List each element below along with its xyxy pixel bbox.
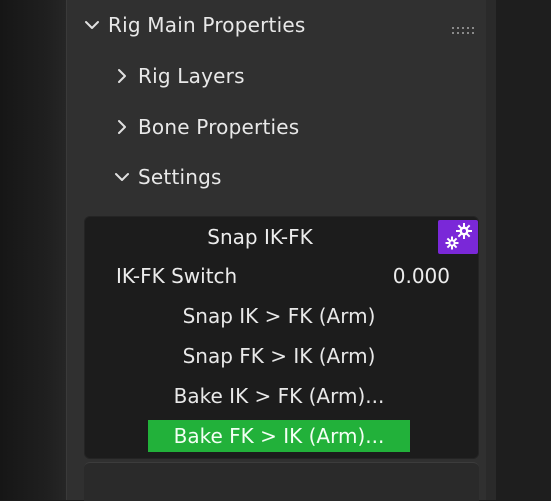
- chevron-right-icon: [112, 117, 132, 137]
- bake-ik-to-fk-arm-button[interactable]: Bake IK > FK (Arm)...: [148, 380, 410, 412]
- subpanel-settings[interactable]: Settings: [112, 162, 222, 192]
- viewport-right-edge: [496, 0, 551, 500]
- ik-fk-switch-label: IK-FK Switch: [116, 264, 238, 288]
- snap-ik-fk-title: Snap IK-FK: [207, 225, 313, 249]
- chevron-down-icon: [112, 167, 132, 187]
- panel-scroll-edge[interactable]: [486, 0, 496, 500]
- snap-ik-to-fk-arm-button[interactable]: Snap IK > FK (Arm): [148, 300, 410, 332]
- subpanel-rig-layers[interactable]: Rig Layers: [112, 61, 245, 91]
- subpanel-bone-properties[interactable]: Bone Properties: [112, 112, 299, 142]
- chevron-right-icon: [112, 66, 132, 86]
- ik-fk-switch-value: 0.000: [392, 264, 450, 288]
- snap-fk-to-ik-arm-button[interactable]: Snap FK > IK (Arm): [148, 340, 410, 372]
- panel-header-label: Rig Main Properties: [108, 13, 306, 37]
- viewport-left-edge: [0, 0, 66, 500]
- chevron-down-icon: [82, 15, 102, 35]
- subpanel-label: Rig Layers: [138, 64, 245, 88]
- drag-handle-icon[interactable]: [452, 21, 476, 34]
- subpanel-label: Bone Properties: [138, 115, 300, 139]
- gears-icon[interactable]: [438, 220, 478, 254]
- bake-fk-to-ik-arm-button[interactable]: Bake FK > IK (Arm)...: [148, 420, 410, 452]
- subpanel-label: Settings: [138, 165, 222, 189]
- ik-fk-switch-field[interactable]: IK-FK Switch 0.000: [92, 262, 472, 290]
- next-subpanel-edge: [84, 462, 479, 501]
- panel-header-rig-main-properties[interactable]: Rig Main Properties: [82, 10, 305, 40]
